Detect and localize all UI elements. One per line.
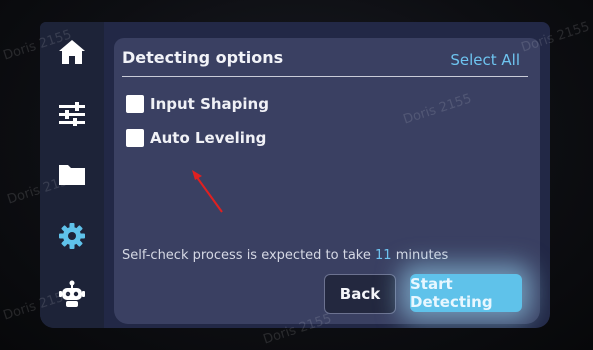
input-shaping-checkbox[interactable]	[126, 95, 144, 113]
sidebar-item-settings[interactable]	[40, 214, 104, 258]
sidebar-item-home[interactable]	[40, 30, 104, 74]
estimate-unit: minutes	[395, 248, 449, 263]
input-shaping-label: Input Shaping	[150, 95, 269, 113]
header-divider	[122, 76, 528, 77]
sliders-icon	[59, 102, 85, 126]
sidebar-item-tune[interactable]	[40, 92, 104, 136]
robot-icon	[59, 280, 85, 307]
sidebar-item-robot[interactable]	[40, 272, 104, 316]
auto-leveling-checkbox[interactable]	[126, 129, 144, 147]
detecting-options-panel: Detecting options Select All Input Shapi…	[114, 38, 540, 324]
home-icon	[59, 40, 85, 64]
touch-screen: Detecting options Select All Input Shapi…	[40, 22, 550, 328]
option-auto-leveling[interactable]: Auto Leveling	[126, 126, 266, 150]
select-all-button[interactable]: Select All	[450, 51, 520, 69]
sidebar-item-files[interactable]	[40, 152, 104, 196]
estimate-prefix: Self-check process is expected to take	[122, 248, 371, 263]
folder-icon	[59, 165, 85, 185]
estimate-text: Self-check process is expected to take 1…	[122, 248, 448, 263]
sidebar	[40, 22, 104, 328]
auto-leveling-label: Auto Leveling	[150, 129, 267, 147]
gear-icon	[59, 223, 85, 249]
option-input-shaping[interactable]: Input Shaping	[126, 92, 269, 116]
estimate-minutes-value: 11	[375, 248, 392, 263]
back-button[interactable]: Back	[324, 274, 396, 314]
start-detecting-button[interactable]: Start Detecting	[410, 274, 522, 312]
panel-title: Detecting options	[122, 48, 284, 67]
panel-header: Detecting options Select All	[114, 38, 540, 82]
